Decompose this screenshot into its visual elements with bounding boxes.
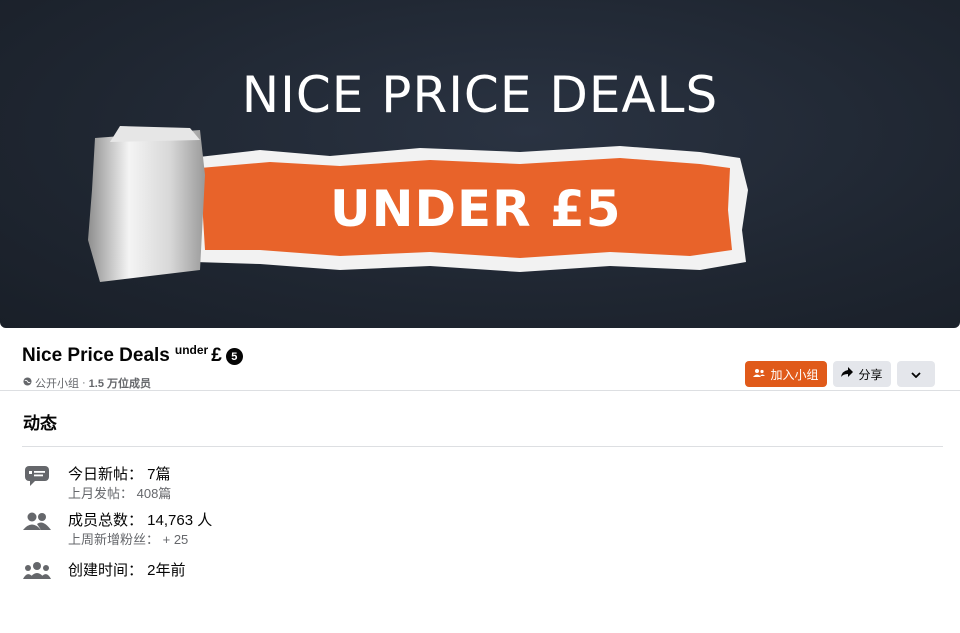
stat-main: 今日新帖： 7篇 [68, 466, 171, 483]
share-label: 分享 [858, 367, 883, 382]
people-icon [22, 511, 52, 533]
share-arrow-icon [841, 367, 854, 381]
chevron-down-icon [911, 367, 921, 381]
number-badge: 5 [225, 348, 243, 365]
stat-members: 成员总数： 14,763 人 上周新增粉丝： + 25 [22, 511, 212, 549]
privacy-label: 公开小组 [35, 378, 79, 390]
paper-roll [88, 130, 205, 282]
chat-bubble-icon [22, 465, 52, 487]
cover-photo[interactable]: NICE PRICE DEALS UNDER £5 [0, 0, 960, 328]
divider [22, 446, 943, 447]
stat-main: 创建时间： 2年前 [68, 562, 186, 579]
cover-title: NICE PRICE DEALS [241, 66, 719, 124]
join-group-label: 加入小组 [770, 367, 819, 382]
stat-sub: 上月发帖： 408篇 [68, 486, 172, 501]
members-count[interactable]: 1.5 万位成员 [89, 375, 151, 391]
stat-created: 创建时间： 2年前 [22, 561, 186, 583]
activity-title: 动态 [23, 414, 57, 433]
join-group-button[interactable]: 加入小组 [745, 361, 827, 387]
meta-separator: · [82, 377, 86, 389]
stat-main: 成员总数： 14,763 人 [68, 512, 213, 529]
stat-today-posts: 今日新帖： 7篇 上月发帖： 408篇 [22, 465, 171, 503]
group-name-superscript: under [174, 343, 209, 357]
group-title[interactable]: Nice Price Deals under £ 5 [22, 343, 243, 367]
group-icon [22, 561, 52, 583]
stat-sub: 上周新增粉丝： + 25 [68, 532, 189, 547]
more-options-button[interactable] [897, 361, 935, 387]
torn-paper-illustration [88, 126, 748, 282]
group-meta: 公开小组 · 1.5 万位成员 [23, 375, 151, 391]
group-name-currency: £ [211, 345, 222, 366]
activity-card: 动态 今日新帖： 7篇 上月发帖： 408篇 成员总数： 14,763 人 上周… [0, 390, 960, 633]
group-name-text: Nice Price Deals [22, 345, 170, 366]
globe-icon [23, 377, 32, 389]
share-button[interactable]: 分享 [833, 361, 891, 387]
cover-subtitle: UNDER £5 [330, 180, 622, 238]
add-group-icon [753, 367, 766, 381]
